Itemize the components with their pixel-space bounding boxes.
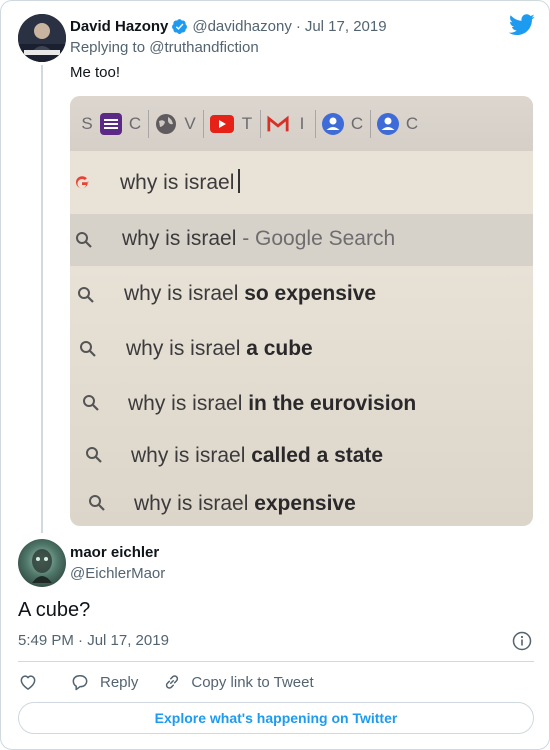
separator-dot: ·	[295, 17, 301, 35]
author-name[interactable]: maor eichler	[70, 544, 159, 561]
copy-link-label: Copy link to Tweet	[191, 673, 314, 691]
tab-separator	[203, 109, 204, 138]
suggestion-row: why is israel - Google Search	[70, 214, 533, 266]
replying-to-handle[interactable]: @truthandfiction	[149, 39, 258, 56]
explore-twitter-button[interactable]: Explore what's happening on Twitter	[18, 702, 534, 734]
search-icon	[77, 286, 97, 306]
suggestion-text: why is israel in the eurovision	[128, 392, 416, 416]
account-icon	[322, 112, 344, 135]
suggestion-completion: a cube	[246, 337, 313, 360]
author-avatar[interactable]	[18, 539, 66, 587]
suggestion-text: why is israel expensive	[134, 492, 356, 516]
parent-author-avatar[interactable]	[18, 14, 66, 62]
suggestion-prefix: why is israel	[124, 282, 245, 305]
omnibox-query: why is israel	[120, 169, 241, 195]
globe-icon	[155, 113, 177, 135]
omnibox-query-text: why is israel	[120, 171, 235, 194]
search-icon	[75, 231, 95, 251]
tab-glyph: S	[81, 113, 93, 133]
replying-to-line: Replying to @truthandfiction	[70, 39, 259, 56]
suggestion-text: why is israel called a state	[131, 444, 383, 468]
tweet-embed-card: David Hazony @davidhazony · Jul 17, 2019…	[0, 0, 550, 750]
tab-glyph: I	[299, 113, 305, 133]
google-g-icon	[72, 172, 92, 192]
suggestion-suffix: - Google Search	[236, 227, 396, 250]
suggestion-row: why is israel so expensive	[70, 268, 533, 320]
parent-tweet-text: Me too!	[70, 64, 121, 81]
tab-glyph: C	[405, 113, 419, 133]
suggestion-completion: in the eurovision	[248, 392, 417, 415]
heart-icon	[18, 672, 38, 692]
suggestion-completion: so expensive	[244, 282, 377, 305]
suggestion-prefix: why is israel	[134, 492, 255, 515]
tweet-actions: Reply Copy link to Tweet	[18, 671, 314, 693]
parent-tweet-header: David Hazony @davidhazony · Jul 17, 2019	[70, 15, 387, 37]
suggestion-text: why is israel - Google Search	[122, 227, 395, 251]
suggestion-row: why is israel expensive	[70, 478, 533, 526]
tweet-timestamp[interactable]: 5:49 PM · Jul 17, 2019	[18, 632, 169, 649]
reply-label: Reply	[100, 673, 139, 691]
tab-glyph: C	[350, 113, 364, 133]
reply-bubble-icon	[70, 672, 90, 692]
twitter-bird-icon[interactable]	[508, 14, 535, 36]
replying-prefix: Replying to	[70, 39, 150, 56]
verified-badge-icon	[171, 18, 188, 35]
tab-separator	[370, 109, 371, 138]
suggestion-prefix: why is israel	[122, 227, 237, 250]
copy-link-button[interactable]: Copy link to Tweet	[162, 672, 314, 692]
tab-separator	[315, 109, 316, 138]
search-icon	[82, 394, 102, 414]
search-icon	[85, 446, 105, 466]
tweet-text: A cube?	[18, 599, 91, 621]
divider	[18, 661, 534, 662]
reply-button[interactable]: Reply	[70, 672, 138, 692]
suggestion-prefix: why is israel	[131, 444, 252, 467]
tab-glyph: C	[128, 113, 142, 133]
suggestion-text: why is israel so expensive	[124, 282, 376, 306]
suggestion-text: why is israel a cube	[126, 337, 313, 361]
link-icon	[162, 672, 182, 692]
tab-separator	[260, 109, 261, 138]
text-caret	[238, 169, 241, 193]
parent-author-handle[interactable]: @davidhazony	[192, 18, 291, 35]
parent-tweet-date[interactable]: Jul 17, 2019	[305, 18, 387, 35]
suggestion-completion: called a state	[251, 444, 384, 467]
suggestion-row: why is israel in the eurovision	[70, 376, 533, 428]
suggestion-row: why is israel called a state	[70, 428, 533, 480]
omnibox-row: why is israel	[70, 156, 533, 208]
youtube-icon	[210, 114, 234, 133]
gmail-icon	[267, 113, 289, 135]
tweet-photo[interactable]: S C V T I C C why is israel why is israe…	[70, 96, 533, 526]
author-handle[interactable]: @EichlerMaor	[70, 565, 165, 582]
tab-glyph: V	[184, 113, 196, 133]
account-icon	[377, 112, 399, 135]
info-icon[interactable]	[512, 631, 532, 651]
tab-glyph: T	[241, 113, 253, 133]
search-icon	[79, 340, 99, 360]
suggestion-prefix: why is israel	[128, 392, 249, 415]
tab-separator	[148, 109, 149, 138]
suggestion-prefix: why is israel	[126, 337, 247, 360]
suggestion-completion: expensive	[254, 492, 356, 515]
search-icon	[88, 494, 108, 514]
browser-tab-strip: S C V T I C C	[70, 96, 533, 151]
like-button[interactable]	[18, 672, 38, 692]
parent-author-name[interactable]: David Hazony	[70, 18, 168, 35]
suggestion-row: why is israel a cube	[70, 322, 533, 374]
tab-list-icon	[100, 112, 122, 135]
thread-line	[41, 65, 43, 533]
